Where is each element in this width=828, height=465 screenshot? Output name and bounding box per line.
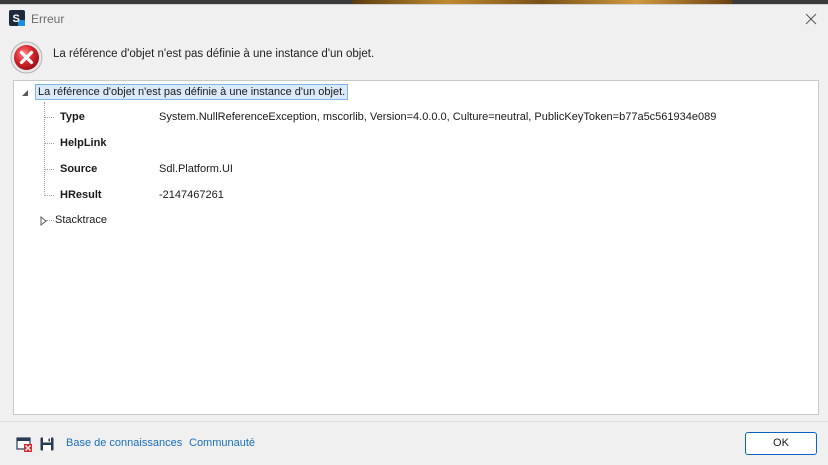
- tree-connector: [44, 143, 54, 144]
- error-header: La référence d'objet n'est pas définie à…: [0, 39, 828, 85]
- close-icon[interactable]: [800, 8, 822, 30]
- property-name: HResult: [60, 189, 102, 201]
- trados-app-icon: S: [9, 10, 25, 26]
- knowledge-base-link[interactable]: Base de connaissances: [66, 437, 182, 449]
- tree-connector: [44, 169, 54, 170]
- stacktrace-node[interactable]: Stacktrace: [40, 212, 240, 230]
- property-name: Type: [60, 111, 85, 123]
- stacktrace-label: Stacktrace: [55, 214, 107, 226]
- expand-arrow-icon[interactable]: [40, 216, 48, 226]
- error-dialog: S Erreur La référence d'objet n'est pas …: [0, 4, 828, 465]
- title-bar: S Erreur: [0, 5, 828, 33]
- save-icon[interactable]: [39, 436, 55, 452]
- community-link[interactable]: Communauté: [189, 437, 255, 449]
- ok-button[interactable]: OK: [745, 432, 817, 455]
- tree-connector: [44, 117, 54, 118]
- exception-tree-panel[interactable]: La référence d'objet n'est pas définie à…: [13, 80, 819, 415]
- property-row-type[interactable]: Type System.NullReferenceException, msco…: [44, 109, 804, 127]
- collapse-arrow-icon[interactable]: [20, 88, 30, 98]
- property-value: Sdl.Platform.UI: [159, 163, 233, 175]
- tree-root-label[interactable]: La référence d'objet n'est pas définie à…: [35, 84, 349, 100]
- error-log-icon[interactable]: [16, 436, 32, 452]
- error-icon: [10, 41, 43, 74]
- footer-divider: [0, 421, 828, 422]
- property-row-helplink[interactable]: HelpLink: [44, 135, 804, 153]
- property-value: System.NullReferenceException, mscorlib,…: [159, 111, 717, 123]
- property-value: -2147467261: [159, 189, 224, 201]
- svg-text:S: S: [13, 13, 20, 25]
- error-message: La référence d'objet n'est pas définie à…: [53, 48, 375, 60]
- property-row-source[interactable]: Source Sdl.Platform.UI: [44, 161, 804, 179]
- property-name: Source: [60, 163, 98, 175]
- property-row-hresult[interactable]: HResult -2147467261: [44, 187, 804, 205]
- tree-connector: [46, 220, 54, 221]
- window-title: Erreur: [31, 12, 65, 26]
- property-name: HelpLink: [60, 137, 107, 149]
- tree-connector: [44, 195, 54, 196]
